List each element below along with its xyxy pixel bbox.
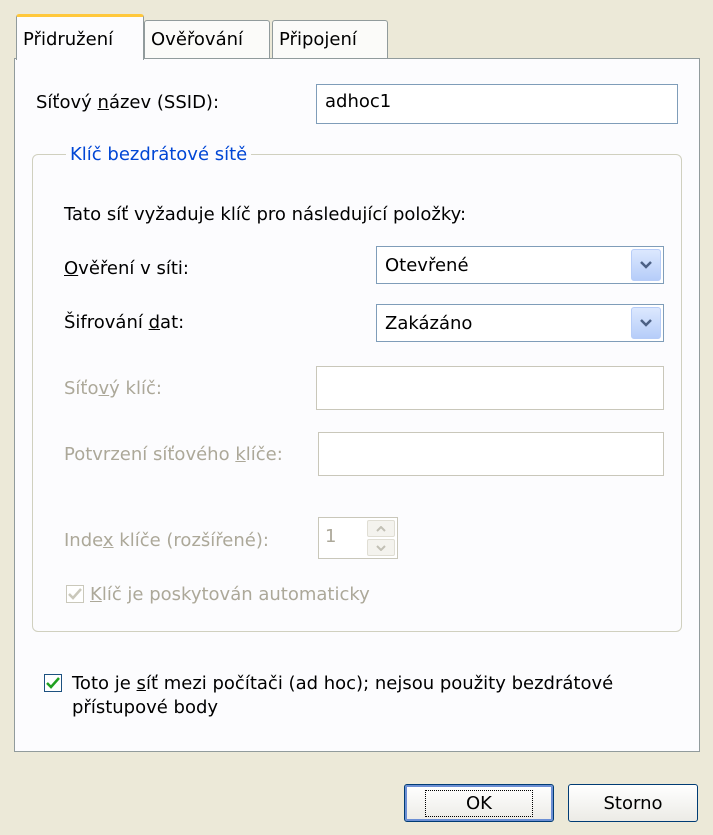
- tab-label: Ověřování: [151, 29, 244, 50]
- cancel-button[interactable]: Storno: [568, 784, 698, 822]
- network-key-input[interactable]: [316, 366, 664, 410]
- tab-association[interactable]: Přidružení: [16, 14, 144, 60]
- ssid-label: Síťový název (SSID):: [36, 92, 220, 113]
- confirm-key-label: Potvrzení síťového klíče:: [64, 444, 283, 465]
- chevron-down-icon[interactable]: [631, 249, 661, 281]
- data-encryption-label: Šifrování dat:: [64, 312, 185, 333]
- tab-label: Připojení: [279, 29, 357, 50]
- auto-key-label: Klíč je poskytován automaticky: [90, 584, 370, 605]
- cancel-button-label: Storno: [603, 792, 663, 814]
- network-auth-select[interactable]: Otevřené: [376, 246, 664, 284]
- tab-connection[interactable]: Připojení: [272, 20, 388, 58]
- ok-button-label: OK: [425, 789, 533, 817]
- data-encryption-select[interactable]: Zakázáno: [376, 304, 664, 342]
- ssid-input[interactable]: adhoc1: [316, 84, 678, 124]
- chevron-down-icon[interactable]: [631, 307, 661, 339]
- check-icon: [68, 588, 82, 600]
- key-index-label: Index klíče (rozšířené):: [64, 530, 269, 551]
- wireless-key-group-title: Klíč bezdrátové sítě: [66, 144, 252, 165]
- network-auth-label: Ověření v síti:: [64, 258, 189, 279]
- network-auth-value: Otevřené: [385, 255, 469, 276]
- spin-down-icon[interactable]: [367, 539, 395, 556]
- adhoc-checkbox[interactable]: [44, 674, 62, 692]
- network-key-label: Síťový klíč:: [64, 378, 162, 399]
- key-intro-text: Tato síť vyžaduje klíč pro následující p…: [64, 204, 467, 225]
- tab-label: Přidružení: [23, 29, 114, 50]
- check-icon: [46, 677, 60, 689]
- adhoc-label: Toto je síť mezi počítači (ad hoc); nejs…: [72, 673, 614, 718]
- key-index-value: 1: [325, 526, 337, 547]
- key-index-spinner[interactable]: 1: [318, 517, 398, 559]
- auto-key-checkbox[interactable]: [66, 585, 84, 603]
- ok-button[interactable]: OK: [404, 784, 554, 822]
- confirm-key-input[interactable]: [318, 432, 664, 476]
- spin-up-icon[interactable]: [367, 520, 395, 537]
- data-encryption-value: Zakázáno: [385, 313, 473, 334]
- tab-authentication[interactable]: Ověřování: [144, 20, 270, 58]
